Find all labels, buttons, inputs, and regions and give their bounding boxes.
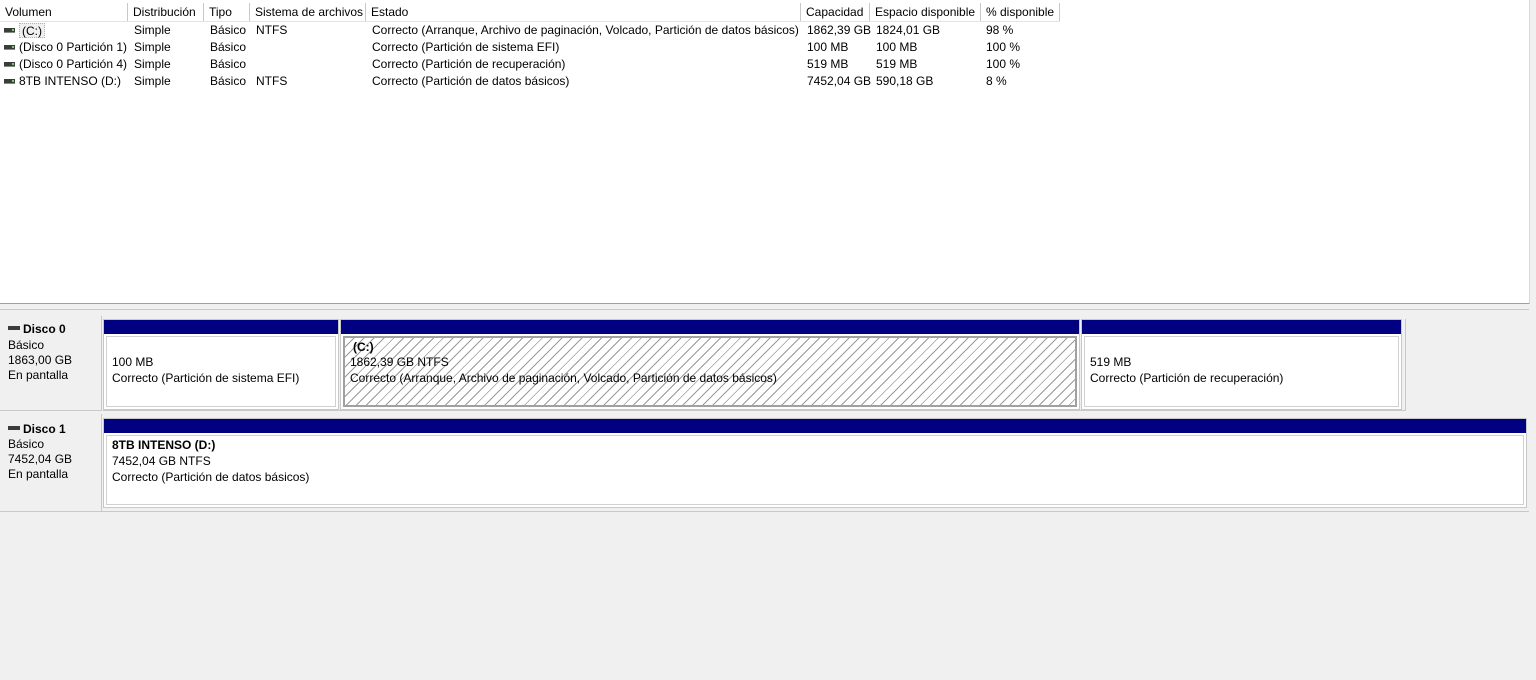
partition-size: 519 MB [1090, 355, 1132, 369]
volume-filesystem: NTFS [256, 23, 288, 37]
divider [0, 511, 1529, 512]
volume-type: Básico [210, 74, 247, 88]
volume-free-space: 100 MB [876, 40, 918, 54]
volume-row[interactable]: 8TB INTENSO (D:) Simple Básico NTFS Corr… [0, 73, 1060, 90]
partition-body: 100 MB Correcto (Partición de sistema EF… [106, 336, 336, 407]
partition-size: 100 MB [112, 355, 154, 369]
column-header-capacity[interactable]: Capacidad [801, 3, 870, 21]
column-header-layout[interactable]: Distribución [128, 3, 204, 21]
partition-recovery[interactable]: 519 MB Correcto (Partición de recuperaci… [1081, 319, 1402, 410]
column-header-status[interactable]: Estado [366, 3, 801, 21]
volume-row[interactable]: (C:) Simple Básico NTFS Correcto (Arranq… [0, 22, 1060, 39]
column-header-percent-free[interactable]: % disponible [981, 3, 1060, 21]
volume-list-header: Volumen Distribución Tipo Sistema de arc… [0, 3, 1060, 22]
partition-status: Correcto (Partición de datos básicos) [112, 470, 310, 484]
disk-1-partitions: 8TB INTENSO (D:) 7452,04 GB NTFS Correct… [103, 418, 1528, 508]
volume-name: (Disco 0 Partición 1) [19, 40, 128, 54]
partition-bar [104, 419, 1526, 433]
partition-status: Correcto (Partición de sistema EFI) [112, 371, 300, 385]
volume-name: (C:) [19, 23, 45, 38]
volume-status: Correcto (Partición de sistema EFI) [372, 40, 560, 54]
partition-label: (C:) [353, 340, 374, 354]
volume-free-space: 590,18 GB [876, 74, 934, 88]
volume-row[interactable]: (Disco 0 Partición 4) Simple Básico Corr… [0, 56, 1060, 73]
disk-1-state: En pantalla [8, 467, 69, 481]
partition-label: 8TB INTENSO (D:) [112, 438, 216, 452]
disk-0-size: 1863,00 GB [8, 353, 73, 367]
partition-bar [104, 320, 338, 334]
disk-1-name: Disco 1 [23, 422, 66, 436]
volume-filesystem: NTFS [256, 74, 288, 88]
volume-percent-free: 100 % [986, 40, 1021, 54]
partition-body-selected: (C:) 1862,39 GB NTFS Correcto (Arranque,… [343, 336, 1077, 407]
volume-capacity: 100 MB [807, 40, 849, 54]
volume-layout: Simple [134, 57, 171, 71]
partition-status: Correcto (Arranque, Archivo de paginació… [350, 371, 777, 385]
partition-size: 1862,39 GB NTFS [350, 355, 449, 369]
volume-capacity: 7452,04 GB [807, 74, 872, 88]
volume-status: Correcto (Arranque, Archivo de paginació… [372, 23, 799, 37]
volume-free-space: 1824,01 GB [876, 23, 941, 37]
volume-row[interactable]: (Disco 0 Partición 1) Simple Básico Corr… [0, 39, 1060, 56]
volume-percent-free: 8 % [986, 74, 1007, 88]
disk-1-size: 7452,04 GB [8, 452, 73, 466]
disk-1-label[interactable]: Disco 1 Básico 7452,04 GB En pantalla [0, 414, 102, 511]
partition-body: 8TB INTENSO (D:) 7452,04 GB NTFS Correct… [106, 435, 1524, 505]
volume-capacity: 1862,39 GB [807, 23, 872, 37]
column-header-filesystem[interactable]: Sistema de archivos [250, 3, 366, 21]
volume-name: (Disco 0 Partición 4) [19, 57, 128, 71]
partition-efi[interactable]: 100 MB Correcto (Partición de sistema EF… [103, 319, 339, 410]
volume-name: 8TB INTENSO (D:) [19, 74, 122, 88]
disk-0-label[interactable]: Disco 0 Básico 1863,00 GB En pantalla [0, 316, 102, 410]
volume-layout: Simple [134, 23, 171, 37]
disk-icon [8, 425, 20, 430]
volume-list[interactable]: Volumen Distribución Tipo Sistema de arc… [0, 0, 1530, 304]
disk-0-kind: Básico [8, 338, 45, 352]
partition-bar [1082, 320, 1401, 334]
partition-c[interactable]: (C:) 1862,39 GB NTFS Correcto (Arranque,… [340, 319, 1080, 410]
drive-icon [4, 79, 15, 84]
drive-icon [4, 62, 15, 67]
volume-layout: Simple [134, 74, 171, 88]
disk-1-kind: Básico [8, 437, 45, 451]
partition-bar [341, 320, 1079, 334]
disk-0-partitions: 100 MB Correcto (Partición de sistema EF… [103, 319, 1406, 411]
volume-status: Correcto (Partición de datos básicos) [372, 74, 570, 88]
volume-free-space: 519 MB [876, 57, 918, 71]
partition-size: 7452,04 GB NTFS [112, 454, 211, 468]
volume-status: Correcto (Partición de recuperación) [372, 57, 566, 71]
disk-icon [8, 325, 20, 330]
drive-icon [4, 28, 15, 33]
volume-capacity: 519 MB [807, 57, 849, 71]
volume-type: Básico [210, 40, 247, 54]
volume-percent-free: 98 % [986, 23, 1014, 37]
volume-layout: Simple [134, 40, 171, 54]
disk-1-title: Disco 1 [8, 422, 66, 436]
disk-0-name: Disco 0 [23, 322, 66, 336]
partition-d[interactable]: 8TB INTENSO (D:) 7452,04 GB NTFS Correct… [103, 418, 1527, 508]
disk-0-title: Disco 0 [8, 322, 66, 336]
volume-percent-free: 100 % [986, 57, 1021, 71]
pane-splitter[interactable] [0, 304, 1529, 310]
partition-body: 519 MB Correcto (Partición de recuperaci… [1084, 336, 1399, 407]
column-header-volume[interactable]: Volumen [0, 3, 128, 21]
volume-type: Básico [210, 23, 247, 37]
drive-icon [4, 45, 15, 50]
disk-0-state: En pantalla [8, 368, 69, 382]
volume-type: Básico [210, 57, 247, 71]
partition-status: Correcto (Partición de recuperación) [1090, 371, 1284, 385]
column-header-type[interactable]: Tipo [204, 3, 250, 21]
column-header-free-space[interactable]: Espacio disponible [870, 3, 981, 21]
divider [0, 410, 102, 411]
